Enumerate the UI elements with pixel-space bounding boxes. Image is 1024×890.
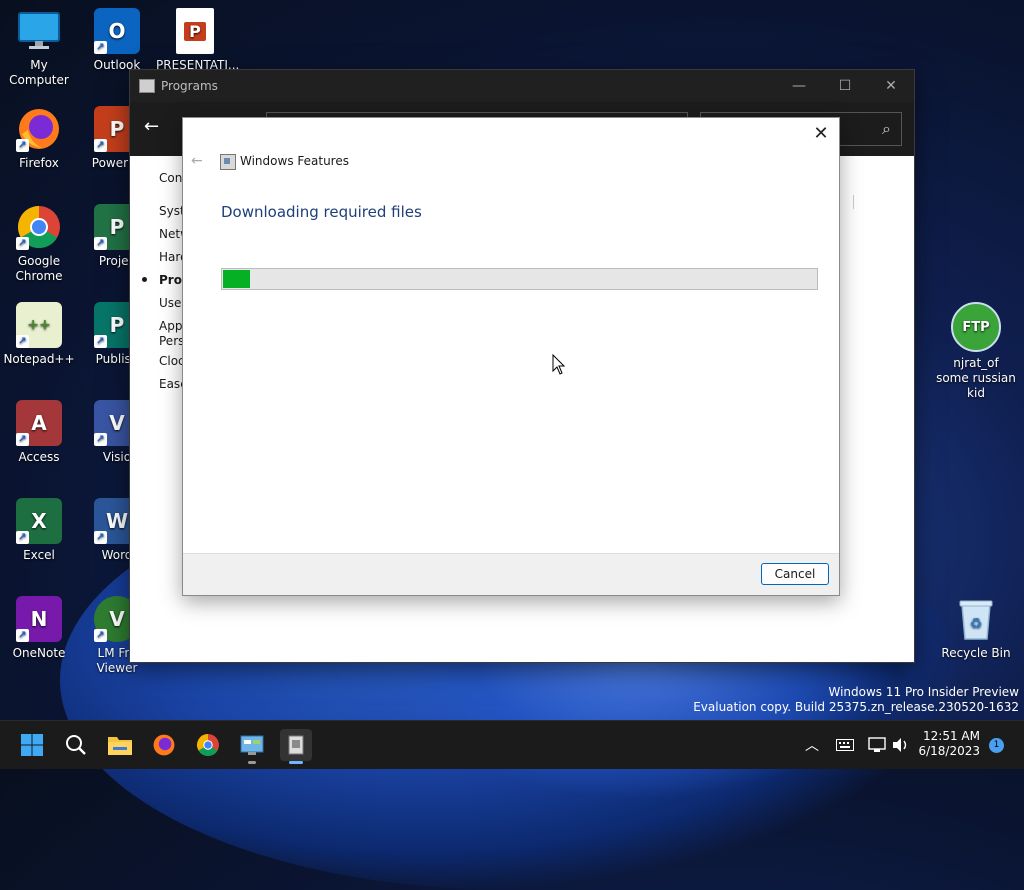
active-indicator [289,761,303,764]
desktop-icon-label: OneNote [12,646,66,660]
desktop-icon-outlook[interactable]: O ↗ Outlook [78,8,156,73]
taskbar-file-explorer[interactable] [104,729,136,761]
desktop-icon-label: Firefox [19,156,59,170]
firefox-icon [153,734,175,756]
desktop-icon-chrome[interactable]: ↗ Google Chrome [0,204,78,284]
watermark-line2: Evaluation copy. Build 25375.zn_release.… [693,700,1019,714]
monitor-icon [16,8,62,54]
desktop-icon-access[interactable]: A ↗ Access [0,400,78,465]
taskbar-search-button[interactable] [60,729,92,761]
dialog-close-button[interactable]: ✕ [809,122,833,146]
volume-icon [893,738,907,752]
desktop-icon-excel[interactable]: X ↗ Excel [0,498,78,563]
minimize-button[interactable]: — [776,78,822,94]
keyboard-icon [836,739,854,751]
chevron-up-icon: ︿ [805,738,819,754]
desktop-icon-label: Notepad++ [3,352,75,366]
desktop-icon-label: My Computer [9,58,69,87]
volume-tray-button[interactable] [892,721,910,769]
taskbar-clock[interactable]: 12:51 AM 6/18/2023 [918,729,980,759]
folder-icon [108,737,132,755]
outlook-icon: O ↗ [94,8,140,54]
desktop-icon-presentation[interactable]: P PRESENTATI... [156,8,239,73]
clock-date: 6/18/2023 [918,744,980,758]
notification-badge[interactable]: 1 [989,738,1004,753]
close-window-button[interactable]: ✕ [868,78,914,94]
firefox-icon: ↗ [16,106,62,152]
desktop-icon-recycle-bin[interactable]: ♻ Recycle Bin [936,596,1016,661]
evaluation-watermark: Windows 11 Pro Insider Preview Evaluatio… [693,685,1019,715]
chrome-icon [197,734,219,756]
download-status-heading: Downloading required files [221,203,422,221]
windows-features-icon [220,154,236,170]
access-icon: A ↗ [16,400,62,446]
onenote-icon: N ↗ [16,596,62,642]
chrome-icon: ↗ [16,204,62,250]
back-arrow-icon[interactable]: ← [144,116,159,137]
dialog-footer: Cancel [183,553,839,595]
notepadpp-icon: ++ ↗ [16,302,62,348]
dialog-back-arrow-icon: ← [191,153,203,169]
running-indicator [248,761,256,764]
search-icon[interactable]: ⌕ [882,119,891,139]
powerpoint-file-icon: P [176,8,214,54]
desktop-icon-label: njrat_of some russian kid [936,356,1016,400]
programs-titlebar[interactable]: Programs — ☐ ✕ [130,70,914,102]
selected-bullet-icon [142,277,147,282]
windows-features-icon [288,735,304,755]
control-panel-icon [240,735,264,755]
recycle-bin-icon: ♻ [953,596,999,642]
dialog-title: Windows Features [240,154,349,168]
link-separator [853,195,854,209]
watermark-line1: Windows 11 Pro Insider Preview [828,685,1019,699]
desktop-icon-firefox[interactable]: ↗ Firefox [0,106,78,171]
desktop-icon-label: Access [18,450,60,464]
desktop-icon-label: Recycle Bin [941,646,1011,660]
taskbar-chrome[interactable] [192,729,224,761]
excel-icon: X ↗ [16,498,62,544]
desktop-icon-my-computer[interactable]: My Computer [0,8,78,88]
taskbar-firefox[interactable] [148,729,180,761]
programs-window-title: Programs [161,79,218,93]
search-icon [66,735,86,755]
taskbar: ︿ 12:51 AM 6/18/2023 1 [0,720,1024,769]
taskbar-control-panel[interactable] [236,729,268,764]
download-progress-fill [223,270,250,288]
mouse-cursor-icon [552,354,566,375]
network-tray-button[interactable] [868,721,886,769]
download-progress-bar [221,268,818,290]
desktop-icon-njrat[interactable]: FTP njrat_of some russian kid [936,302,1016,401]
clock-time: 12:51 AM [923,729,980,743]
windows-logo-icon [21,734,43,756]
svg-text:♻: ♻ [970,616,983,632]
desktop-icon-notepadpp[interactable]: ++ ↗ Notepad++ [0,302,78,367]
desktop-icon-label: Google Chrome [15,254,63,283]
ftp-icon: FTP [951,302,1001,352]
windows-features-dialog[interactable]: ✕ ← Windows Features Downloading require… [182,117,840,596]
show-hidden-icons-button[interactable]: ︿ [805,721,819,769]
cancel-button[interactable]: Cancel [761,563,829,585]
network-icon [868,737,886,752]
keyboard-tray-button[interactable] [836,721,854,769]
taskbar-windows-features[interactable] [280,729,312,764]
desktop-icon-label: Excel [23,548,55,562]
start-button[interactable] [16,729,48,761]
desktop-icon-onenote[interactable]: N ↗ OneNote [0,596,78,661]
maximize-button[interactable]: ☐ [822,78,868,94]
control-panel-icon [139,79,155,93]
